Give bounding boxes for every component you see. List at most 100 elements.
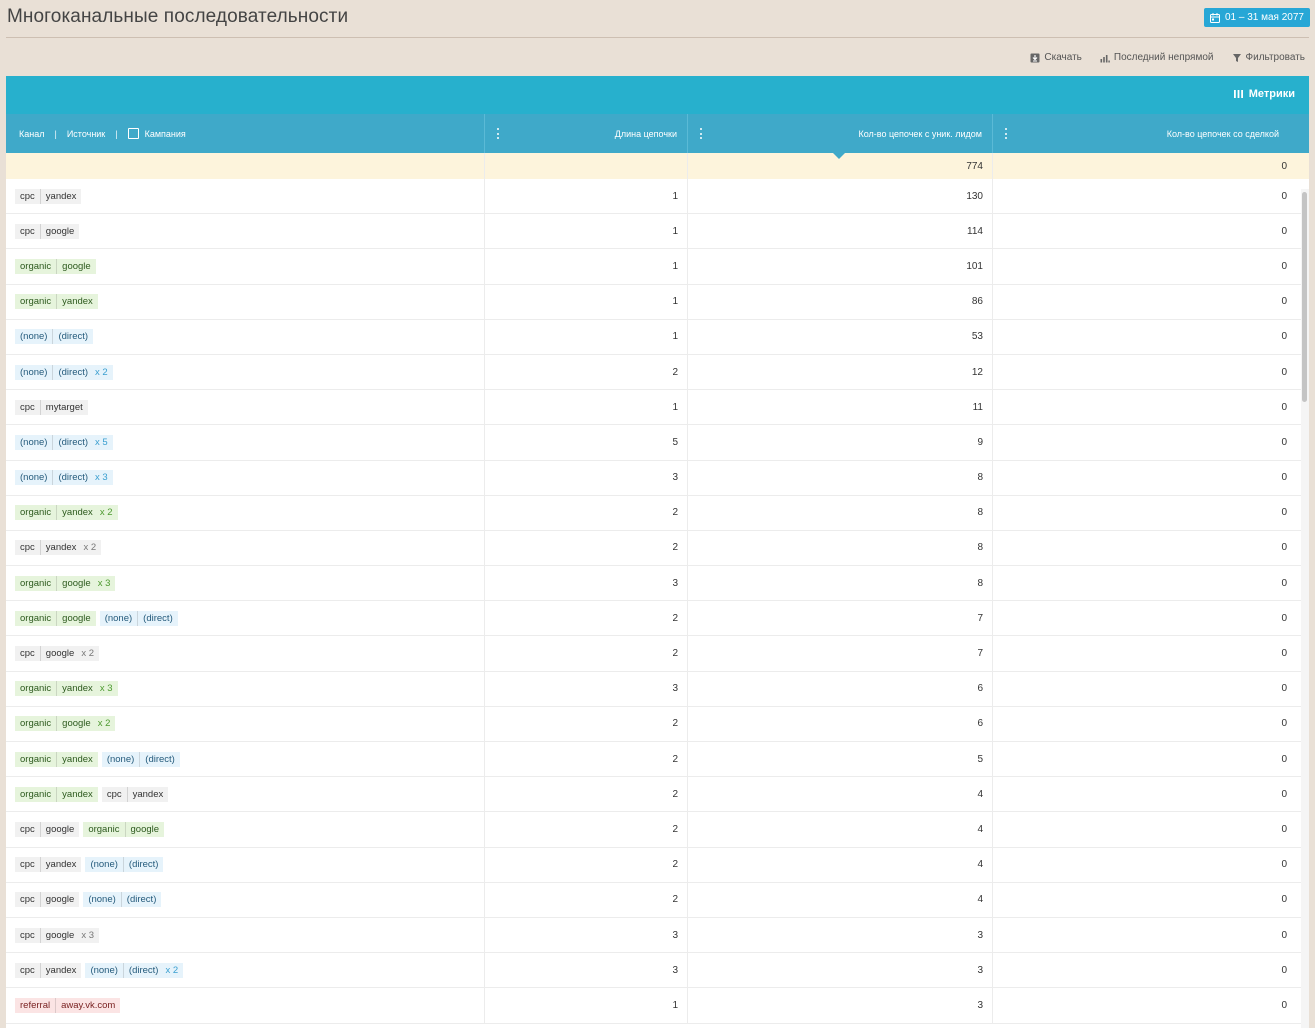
channel-chain: referral away.vk.com — [15, 997, 121, 1013]
table-row[interactable]: organic yandex x 3 36 0 — [6, 671, 1309, 707]
source-label: google — [56, 575, 96, 591]
table-row[interactable]: cpc mytarget 1 11 0 — [6, 390, 1309, 426]
chain-step-tag[interactable]: cpc yandex — [15, 962, 82, 978]
table-row[interactable]: (none) (direct) x 2 2 12 0 — [6, 354, 1309, 391]
leads-cell: 6 — [688, 706, 993, 741]
table-row[interactable]: cpc yandex (none) (direct) x 2 33 0 — [6, 953, 1309, 989]
channel-chain: organic yandex — [15, 294, 98, 310]
chain-step-tag[interactable]: cpc mytarget — [15, 399, 88, 415]
source-header[interactable]: Источник — [67, 129, 105, 139]
deals-cell: 0 — [1281, 964, 1287, 976]
channel-label: cpc — [20, 190, 35, 202]
chain-step-tag[interactable]: organic google x 2 — [15, 716, 116, 732]
channel-label: organic — [20, 507, 52, 519]
metrics-button[interactable]: Метрики — [1233, 88, 1295, 100]
chain-step-tag[interactable]: organic yandex x 2 — [15, 505, 118, 521]
table-row[interactable]: cpc yandex x 2 28 0 — [6, 530, 1309, 567]
table-row[interactable]: organic yandex cpc yandex 2 4 0 — [6, 777, 1309, 813]
campaign-header[interactable]: Кампания — [145, 129, 186, 139]
chain-step-tag[interactable]: (none) (direct) — [99, 610, 178, 626]
chain-step-tag[interactable]: referral away.vk.com — [15, 997, 121, 1013]
leads-cell: 4 — [688, 882, 993, 917]
channel-chain: organic google — [15, 258, 96, 274]
chain-step-tag[interactable]: cpc google — [15, 892, 80, 908]
chain-step-tag[interactable]: (none) (direct) x 3 — [15, 470, 113, 486]
table-row[interactable]: referral away.vk.com 1 3 0 — [6, 988, 1309, 1024]
table-row[interactable]: cpc google (none) (direct) 2 4 0 — [6, 882, 1309, 918]
chain-step-tag[interactable]: organic google — [15, 610, 96, 626]
source-label: yandex — [56, 786, 98, 802]
channel-chain: (none) (direct) x 5 — [15, 434, 113, 450]
deals-cell: 0 — [1281, 331, 1287, 343]
chain-step-tag[interactable]: (none) (direct) — [15, 329, 94, 345]
chain-step-tag[interactable]: (none) (direct) x 5 — [15, 434, 113, 450]
chain-step-tag[interactable]: organic yandex — [15, 786, 98, 802]
chain-cell: (none) (direct) x 5 — [6, 425, 485, 460]
source-label: yandex — [56, 681, 98, 697]
column-menu-icon[interactable] — [700, 128, 703, 139]
column-menu-icon[interactable] — [1005, 128, 1008, 139]
column-menu-icon[interactable] — [497, 128, 500, 139]
deals-cell: 0 — [1281, 648, 1287, 660]
chain-step-tag[interactable]: cpc yandex — [15, 188, 82, 204]
chain-step-tag[interactable]: (none) (direct) x 2 — [15, 364, 113, 380]
table-row[interactable]: cpc google x 3 33 0 — [6, 917, 1309, 954]
length-cell: 2 — [485, 742, 688, 777]
chain-step-tag[interactable]: organic google x 3 — [15, 575, 116, 591]
channel-header[interactable]: Канал — [19, 129, 44, 139]
chain-step-tag[interactable]: cpc yandex x 2 — [15, 540, 102, 556]
chain-step-tag[interactable]: (none) (direct) x 2 — [85, 962, 184, 978]
chain-step-tag[interactable]: organic yandex — [15, 294, 98, 310]
length-column-header[interactable]: Длина цепочки — [485, 114, 688, 153]
table-row[interactable]: organic google x 2 26 0 — [6, 706, 1309, 742]
chain-step-tag[interactable]: (none) (direct) — [83, 892, 162, 908]
table-row[interactable]: organic google 1 101 0 — [6, 249, 1309, 285]
filter-button[interactable]: Фильтровать — [1232, 52, 1305, 63]
campaign-checkbox[interactable] — [127, 128, 139, 139]
length-cell: 3 — [485, 917, 688, 953]
chain-step-tag[interactable]: cpc google x 2 — [15, 646, 100, 662]
chain-cell: organic yandex (none) (direct) — [6, 742, 485, 777]
vertical-scrollbar[interactable] — [1301, 189, 1309, 1028]
table-row[interactable]: organic yandex (none) (direct) 2 5 0 — [6, 742, 1309, 778]
chain-step-tag[interactable]: organic google — [15, 258, 96, 274]
source-label: google — [39, 892, 80, 908]
table-row[interactable]: organic google (none) (direct) 2 7 0 — [6, 601, 1309, 637]
table-row[interactable]: cpc yandex 1 130 0 — [6, 179, 1309, 215]
table-row[interactable]: cpc google organic google 2 4 0 — [6, 812, 1309, 848]
leads-cell: 8 — [688, 566, 993, 601]
chain-step-tag[interactable]: organic google — [83, 821, 165, 837]
chain-step-tag[interactable]: cpc google x 3 — [15, 927, 100, 943]
chain-step-tag[interactable]: cpc google — [15, 223, 80, 239]
chain-step-tag[interactable]: organic yandex x 3 — [15, 681, 118, 697]
table-row[interactable]: organic google x 3 38 0 — [6, 566, 1309, 602]
chain-step-tag[interactable]: (none) (direct) — [85, 857, 164, 873]
chain-cell: (none) (direct) — [6, 319, 485, 354]
table-row[interactable]: cpc google x 2 27 0 — [6, 636, 1309, 672]
chain-step-tag[interactable]: cpc yandex — [101, 786, 169, 802]
channel-chain: cpc google — [15, 223, 80, 239]
table-row[interactable]: organic yandex 1 86 0 — [6, 284, 1309, 320]
chain-cell: organic yandex cpc yandex — [6, 777, 485, 812]
table-row[interactable]: cpc google 1 114 0 — [6, 214, 1309, 250]
channel-chain: cpc yandex (none) (direct) x 2 — [15, 962, 184, 978]
chain-step-tag[interactable]: cpc yandex — [15, 857, 82, 873]
chain-step-tag[interactable]: cpc google — [15, 821, 80, 837]
attribution-model-button[interactable]: Последний непрямой — [1100, 52, 1214, 63]
table-row[interactable]: (none) (direct) x 3 38 0 — [6, 460, 1309, 496]
chain-step-tag[interactable]: (none) (direct) — [101, 751, 180, 767]
table-row[interactable]: (none) (direct) x 5 59 0 — [6, 425, 1309, 461]
scrollbar-thumb[interactable] — [1302, 192, 1307, 402]
leads-cell: 4 — [688, 812, 993, 847]
date-range-button[interactable]: 01 – 31 мая 2077 — [1203, 8, 1310, 27]
source-label: (direct) — [52, 329, 93, 345]
download-button[interactable]: Скачать — [1030, 52, 1082, 63]
deals-cell: 0 — [1281, 296, 1287, 308]
deals-column-header[interactable]: Кол-во цепочек со сделкой — [993, 114, 1301, 153]
table-row[interactable]: (none) (direct) 1 53 0 — [6, 319, 1309, 355]
channel-label: organic — [20, 753, 52, 765]
chain-step-tag[interactable]: organic yandex — [15, 751, 98, 767]
leads-column-header[interactable]: Кол-во цепочек с уник. лидом — [688, 114, 993, 159]
table-row[interactable]: organic yandex x 2 28 0 — [6, 495, 1309, 531]
table-row[interactable]: cpc yandex (none) (direct) 2 4 0 — [6, 847, 1309, 883]
